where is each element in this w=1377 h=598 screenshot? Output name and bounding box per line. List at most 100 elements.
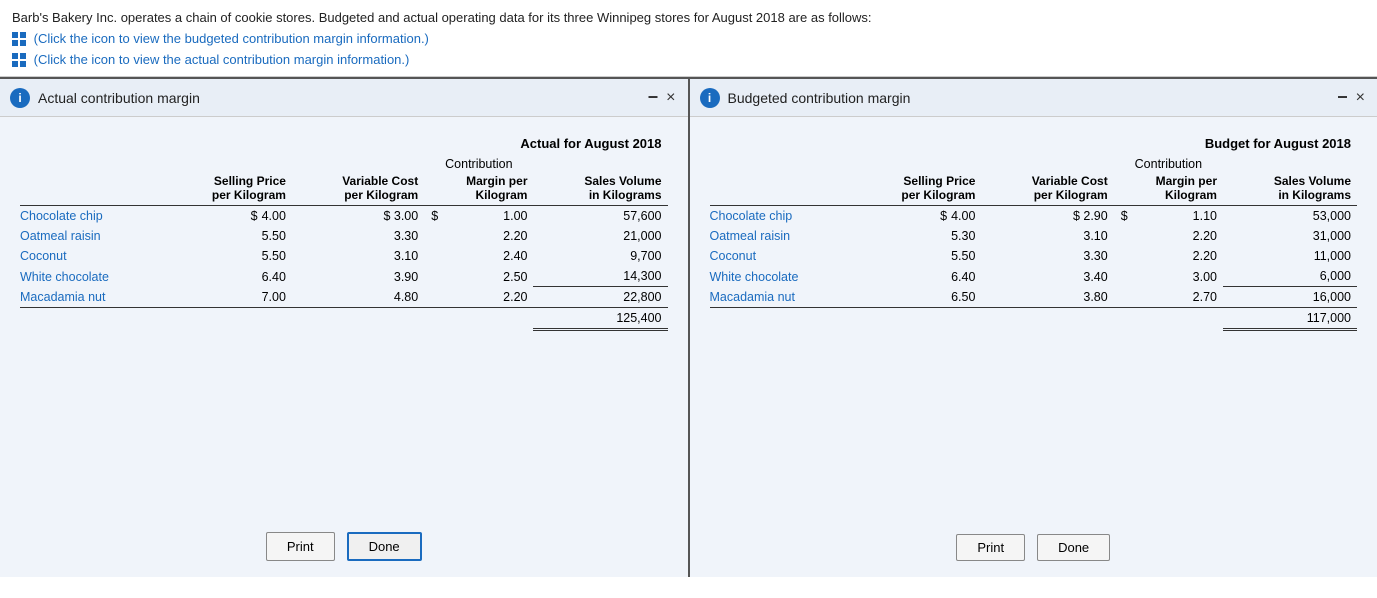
budgeted-total-margin [1134,308,1223,330]
actual-row-sales: 57,600 [533,206,667,227]
actual-row-selling: $4.00 [163,206,292,227]
budgeted-panel: i Budgeted contribution margin − × Budge… [690,79,1377,577]
budgeted-table-row: Oatmeal raisin 5.30 3.10 2.20 31,000 [710,226,1358,246]
actual-panel-title: Actual contribution margin [38,90,648,106]
actual-col-selling-empty [163,154,292,171]
budgeted-row-label: Macadamia nut [710,287,853,308]
actual-row-selling: 7.00 [163,287,292,308]
actual-row-label: Oatmeal raisin [20,226,163,246]
actual-table-row: Oatmeal raisin 5.50 3.30 2.20 21,000 [20,226,668,246]
actual-col-empty [20,154,163,171]
budgeted-row-sales: 31,000 [1223,226,1357,246]
actual-header-label [20,171,163,206]
actual-panel-footer: Print Done [0,520,688,577]
actual-table-title: Actual for August 2018 [20,133,668,154]
actual-panel-body: Actual for August 2018 Contribution Sell… [0,117,688,520]
budgeted-header-label [710,171,853,206]
budgeted-row-variable: 3.10 [981,226,1113,246]
budgeted-row-margin: 2.70 [1134,287,1223,308]
actual-row-label: Macadamia nut [20,287,163,308]
actual-header-variable: Variable Cost per Kilogram [292,171,424,206]
actual-link-text[interactable]: (Click the icon to view the actual contr… [34,52,410,67]
actual-done-button[interactable]: Done [347,532,422,561]
actual-row-margin-dollar [424,226,444,246]
budgeted-link-row[interactable]: (Click the icon to view the budgeted con… [12,29,1365,50]
budgeted-total: 117,000 [1223,308,1357,330]
actual-row-margin-dollar: $ [424,206,444,227]
budgeted-row-sales: 11,000 [1223,246,1357,266]
actual-row-selling: 5.50 [163,246,292,266]
budgeted-row-selling: 5.50 [852,246,981,266]
actual-header-selling: Selling Price per Kilogram [163,171,292,206]
actual-row-margin: 1.00 [444,206,533,227]
budgeted-col-variable-empty [981,154,1113,171]
budgeted-print-button[interactable]: Print [956,534,1025,561]
actual-row-margin-dollar [424,287,444,308]
actual-col-variable-empty [292,154,424,171]
budgeted-panel-title: Budgeted contribution margin [728,90,1338,106]
budgeted-table: Budget for August 2018 Contribution Sell… [710,133,1358,331]
actual-close-button[interactable]: × [666,89,675,107]
budgeted-table-row: Coconut 5.50 3.30 2.20 11,000 [710,246,1358,266]
budgeted-row-variable: 3.30 [981,246,1113,266]
budgeted-header-selling: Selling Price per Kilogram [852,171,981,206]
actual-row-sales: 22,800 [533,287,667,308]
budgeted-table-row: White chocolate 6.40 3.40 3.00 6,000 [710,266,1358,287]
actual-print-button[interactable]: Print [266,532,335,561]
budgeted-row-margin-dollar: $ [1114,206,1134,227]
budgeted-row-label: Oatmeal raisin [710,226,853,246]
budgeted-row-selling: 5.30 [852,226,981,246]
actual-total-row: 125,400 [20,308,668,330]
budgeted-info-icon: i [700,88,720,108]
budgeted-total-margin-dollar [1114,308,1134,330]
budgeted-row-sales: 6,000 [1223,266,1357,287]
actual-total-selling [163,308,292,330]
actual-header-margin: Margin per Kilogram [424,171,533,206]
budgeted-col-selling-empty [852,154,981,171]
budgeted-row-margin: 1.10 [1134,206,1223,227]
budgeted-row-selling: 6.50 [852,287,981,308]
budgeted-row-variable: $ 2.90 [981,206,1113,227]
actual-table-row: White chocolate 6.40 3.90 2.50 14,300 [20,266,668,287]
actual-row-selling: 5.50 [163,226,292,246]
actual-link-row[interactable]: (Click the icon to view the actual contr… [12,50,1365,71]
actual-total: 125,400 [533,308,667,330]
actual-panel-header: i Actual contribution margin − × [0,79,688,117]
actual-row-variable: 3.10 [292,246,424,266]
budgeted-total-row: 117,000 [710,308,1358,330]
budgeted-row-margin: 2.20 [1134,226,1223,246]
actual-row-margin: 2.40 [444,246,533,266]
top-description-section: Barb's Bakery Inc. operates a chain of c… [0,0,1377,77]
budgeted-link-text[interactable]: (Click the icon to view the budgeted con… [34,31,429,46]
actual-total-margin [444,308,533,330]
actual-row-margin-dollar [424,266,444,287]
actual-row-label: Chocolate chip [20,206,163,227]
budgeted-close-button[interactable]: × [1356,89,1365,107]
budgeted-panel-header: i Budgeted contribution margin − × [690,79,1377,117]
grid-icon-budgeted [12,32,26,46]
budgeted-row-margin-dollar [1114,246,1134,266]
actual-total-variable [292,308,424,330]
budgeted-col-contribution: Contribution [1114,154,1223,171]
actual-col-contribution: Contribution [424,154,533,171]
budgeted-row-sales: 53,000 [1223,206,1357,227]
budgeted-row-label: White chocolate [710,266,853,287]
budgeted-row-variable: 3.40 [981,266,1113,287]
actual-minimize-button[interactable]: − [648,87,659,108]
actual-table: Actual for August 2018 Contribution Sell… [20,133,668,331]
budgeted-minimize-button[interactable]: − [1337,87,1348,108]
budgeted-row-margin: 3.00 [1134,266,1223,287]
budgeted-header-variable: Variable Cost per Kilogram [981,171,1113,206]
budgeted-col-empty [710,154,853,171]
budgeted-row-margin-dollar [1114,266,1134,287]
budgeted-panel-body: Budget for August 2018 Contribution Sell… [690,117,1377,522]
budgeted-row-label: Chocolate chip [710,206,853,227]
budgeted-col-sales-empty [1223,154,1357,171]
budgeted-table-title: Budget for August 2018 [710,133,1358,154]
panels-container: i Actual contribution margin − × Actual … [0,77,1377,577]
budgeted-done-button[interactable]: Done [1037,534,1110,561]
actual-row-margin: 2.50 [444,266,533,287]
budgeted-row-margin-dollar [1114,226,1134,246]
actual-table-row: Macadamia nut 7.00 4.80 2.20 22,800 [20,287,668,308]
description-text: Barb's Bakery Inc. operates a chain of c… [12,8,1365,29]
